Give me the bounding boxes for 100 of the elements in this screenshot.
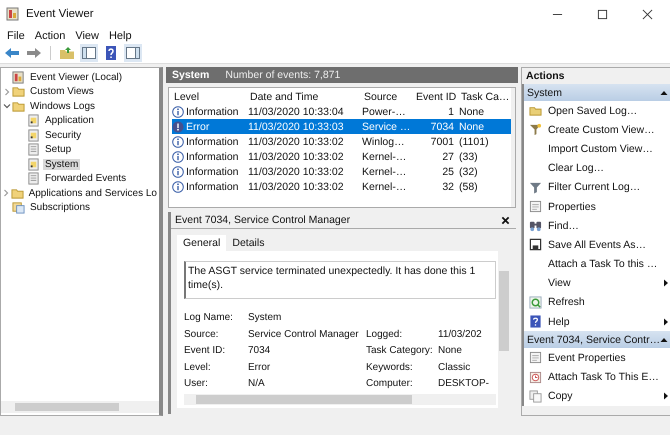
event-row[interactable]: Information 11/03/2020 10:33:02 Kernel-… 25 (32) <box>172 164 511 179</box>
event-row[interactable]: Error 11/03/2020 10:33:03 Service … 7034 None <box>172 119 511 134</box>
field-value: 7034 <box>248 344 272 358</box>
field-label: Log Name: <box>184 311 234 325</box>
column-header[interactable]: Task Ca… <box>461 90 511 102</box>
task-link[interactable]: Help <box>548 316 664 328</box>
table-cell: Information <box>186 166 239 178</box>
tree-item[interactable]: Windows Logs <box>28 100 98 112</box>
tree-item[interactable]: Subscriptions <box>28 202 92 214</box>
event-count: Number of events: 7,871 <box>225 69 340 81</box>
table-cell-text: 11/03/2020 10:33:02 <box>248 180 345 192</box>
task-link[interactable]: Find… <box>548 220 670 232</box>
copy-icon <box>528 390 542 403</box>
menu-item[interactable]: File <box>2 30 30 42</box>
table-cell: Information <box>186 136 239 148</box>
tree-item[interactable]: Forwarded Events <box>43 173 128 184</box>
info-icon <box>172 150 184 162</box>
tree-item[interactable]: Application <box>43 115 96 126</box>
console-pane-icon[interactable] <box>80 44 98 62</box>
tree-item[interactable]: Custom Views <box>28 86 96 98</box>
event-row[interactable]: Information 11/03/2020 10:33:04 Power-… 1 None <box>172 104 511 119</box>
menu-item[interactable]: Action <box>30 30 70 42</box>
tree-item[interactable]: Applications and Services Lo <box>26 188 159 199</box>
close-icon[interactable] <box>501 216 510 224</box>
table-cell: Information <box>186 106 239 118</box>
tree-item[interactable]: System <box>43 158 80 170</box>
field-label: Event ID: <box>184 344 226 358</box>
table-cell-text: 1 <box>447 106 455 118</box>
field-value: DESKTOP- <box>438 377 489 391</box>
field-label: Logged: <box>366 328 404 342</box>
refresh-icon <box>528 296 542 309</box>
menu-item[interactable]: Help <box>104 30 137 42</box>
task-link[interactable]: Refresh <box>548 296 670 308</box>
horizontal-scrollbar[interactable] <box>184 394 496 404</box>
task-link[interactable]: Properties <box>548 200 670 213</box>
folder-icon <box>10 186 24 200</box>
event-viewer-icon <box>6 7 20 21</box>
task-link[interactable]: Event Properties <box>548 352 670 364</box>
tab[interactable]: General <box>177 235 226 251</box>
field-label: Computer: <box>366 377 414 391</box>
tree-item[interactable]: Setup <box>43 144 74 156</box>
maximize-icon[interactable] <box>597 8 608 20</box>
section-header[interactable]: Event 7034, Service Contr… <box>524 331 670 348</box>
action-pane-icon[interactable] <box>124 44 142 62</box>
horizontal-scrollbar[interactable] <box>1 401 159 413</box>
task-link[interactable]: Attach a Task To this … <box>548 258 670 270</box>
table-cell-text: 11/03/2020 10:33:02 <box>248 166 345 178</box>
vertical-scrollbar[interactable] <box>511 88 515 207</box>
log-icon <box>27 114 40 128</box>
field-value: Error <box>248 360 272 374</box>
table-cell-text: 7001 <box>430 136 455 148</box>
column-header[interactable]: Source <box>364 90 416 102</box>
info-icon <box>172 166 184 178</box>
funnel-icon <box>528 123 542 136</box>
tree-item[interactable]: Event Viewer (Local) <box>28 72 124 83</box>
table-cell-text: (1101) <box>459 136 490 148</box>
column-header[interactable]: Date and Time <box>250 90 364 102</box>
event-title: Event 7034, Service Control Manager <box>175 214 350 226</box>
tree-item[interactable]: Security <box>43 130 84 141</box>
section-header[interactable]: System <box>524 84 670 101</box>
info-icon <box>172 106 184 118</box>
tab[interactable]: Details <box>226 235 270 251</box>
task-link[interactable]: Filter Current Log… <box>548 181 670 194</box>
properties-icon <box>528 351 542 364</box>
field-value: 11/03/202 <box>438 328 483 342</box>
event-row[interactable]: Information 11/03/2020 10:33:02 Kernel-… 27 (33) <box>172 149 511 164</box>
column-header[interactable]: Event ID <box>416 90 461 102</box>
table-cell-text: 11/03/2020 10:33:04 <box>248 106 345 118</box>
task-link[interactable]: Open Saved Log… <box>548 104 670 117</box>
event-row[interactable]: Information 11/03/2020 10:33:02 Winlog… 7001 (1101) <box>172 134 511 149</box>
field-label: Source: <box>184 328 220 342</box>
field-label: Keywords: <box>366 360 414 374</box>
event-row[interactable]: Information 11/03/2020 10:33:02 Kernel-… 32 (58) <box>172 179 511 194</box>
folder-up-icon[interactable] <box>58 44 76 62</box>
field-value: None <box>438 344 463 358</box>
close-icon[interactable] <box>642 8 653 20</box>
table-cell: Information <box>186 180 239 192</box>
menu-item[interactable]: View <box>70 30 104 42</box>
table-cell-text: Kernel-… <box>362 180 408 192</box>
field-label: Level: <box>184 360 212 374</box>
actions-title: Actions <box>525 69 566 84</box>
subscriptions-icon <box>12 201 25 214</box>
table-cell-text: (32) <box>459 166 479 178</box>
collapse-caret-icon[interactable] <box>660 336 668 344</box>
task-link[interactable]: Clear Log… <box>548 162 670 174</box>
task-link[interactable]: Create Custom View… <box>548 124 670 136</box>
column-header[interactable]: Level <box>172 90 250 102</box>
collapse-caret-icon[interactable] <box>660 88 668 96</box>
properties-icon <box>528 200 542 214</box>
table-cell: Information <box>186 150 239 162</box>
task-link[interactable]: Save All Events As… <box>548 238 670 251</box>
task-link[interactable]: Import Custom View… <box>548 142 670 155</box>
table-cell-text: Winlog… <box>362 136 406 148</box>
task-link[interactable]: View <box>548 277 664 290</box>
task-link[interactable]: Attach Task To This E… <box>548 371 670 384</box>
field-value: Classic <box>438 360 472 374</box>
table-cell-text: 11/03/2020 10:33:02 <box>248 136 345 148</box>
table-cell-text: Kernel-… <box>362 150 408 162</box>
task-link[interactable]: Copy <box>548 390 664 402</box>
event-message: The ASGT service terminated unexpectedly. It has done this 1 time(s). <box>184 261 496 299</box>
